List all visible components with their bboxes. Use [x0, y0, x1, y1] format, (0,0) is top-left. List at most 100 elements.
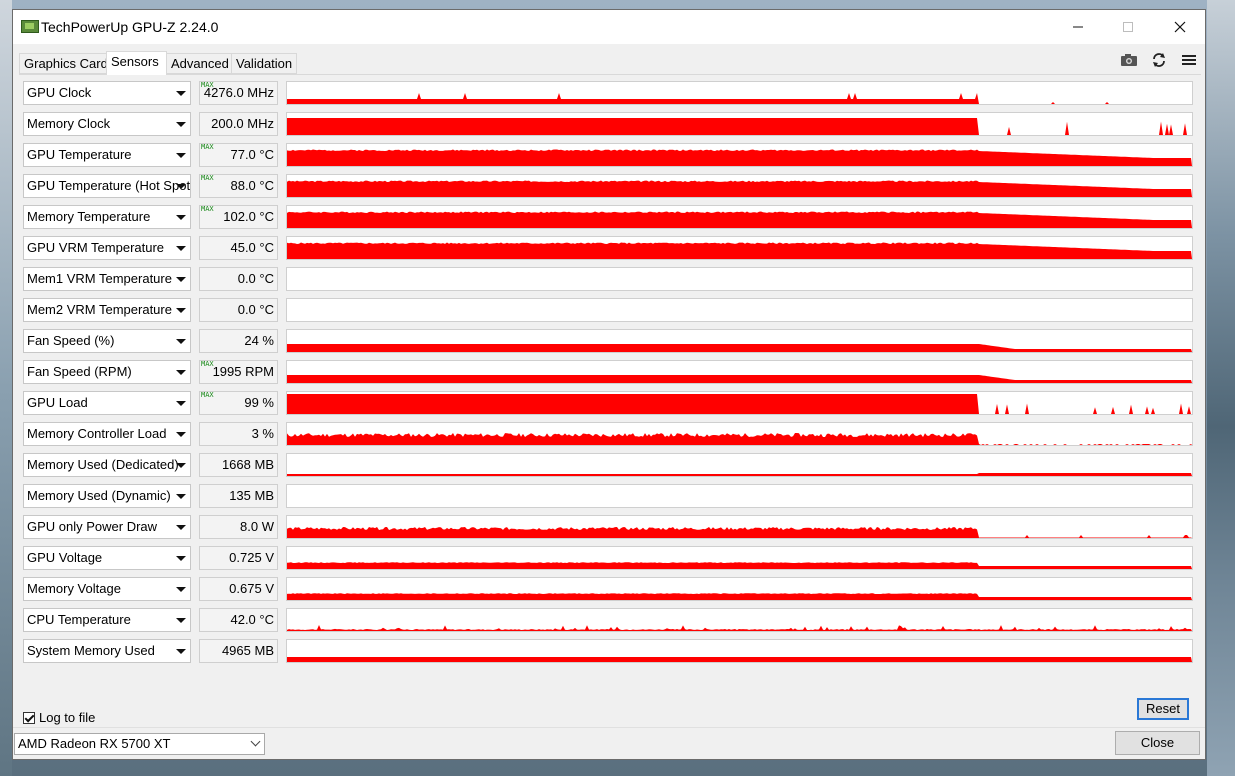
- dropdown-arrow-icon: [176, 308, 186, 313]
- tab-sensors[interactable]: Sensors: [106, 51, 167, 75]
- dropdown-arrow-icon: [176, 277, 186, 282]
- dropdown-arrow-icon: [176, 122, 186, 127]
- sensor-value: 200.0 MHz: [199, 112, 278, 136]
- minimize-button[interactable]: [1055, 10, 1101, 44]
- sensor-value-text: 4276.0 MHz: [203, 85, 274, 100]
- sensor-select[interactable]: CPU Temperature: [23, 608, 191, 632]
- sensor-graph: [286, 608, 1193, 632]
- sensor-value: 42.0 °C: [199, 608, 278, 632]
- sensor-name: GPU Load: [27, 395, 88, 410]
- graph-plot: [287, 433, 1192, 445]
- desktop-background-left: [0, 0, 12, 776]
- sensor-select[interactable]: Memory Used (Dedicated): [23, 453, 191, 477]
- graph-plot: [287, 268, 1192, 290]
- sensor-row: Memory Voltage 0.675 V: [21, 577, 1197, 601]
- sensor-select[interactable]: Fan Speed (%): [23, 329, 191, 353]
- sensor-select[interactable]: GPU Temperature: [23, 143, 191, 167]
- sensor-select[interactable]: GPU Clock: [23, 81, 191, 105]
- sensor-name: Memory Controller Load: [27, 426, 167, 441]
- sensor-select[interactable]: Memory Used (Dynamic): [23, 484, 191, 508]
- sensor-select[interactable]: GPU Voltage: [23, 546, 191, 570]
- sensor-graph: [286, 205, 1193, 229]
- graph-plot: [287, 242, 1192, 259]
- graph-area: [287, 473, 1192, 476]
- sensor-value: 0.675 V: [199, 577, 278, 601]
- dropdown-arrow-icon: [176, 618, 186, 623]
- graph-area: [287, 180, 1192, 197]
- sensor-select[interactable]: Mem1 VRM Temperature: [23, 267, 191, 291]
- sensor-value-text: 0.675 V: [229, 581, 274, 596]
- sensor-graph: [286, 329, 1193, 353]
- sensor-value-text: 42.0 °C: [230, 612, 274, 627]
- close-window-button[interactable]: [1157, 10, 1203, 44]
- close-button[interactable]: Close: [1115, 731, 1200, 755]
- sensor-name: Memory Voltage: [27, 581, 121, 596]
- sensor-row: GPU Temperature (Hot Spot) MAX 88.0 °C: [21, 174, 1197, 198]
- sensor-graph: [286, 639, 1193, 663]
- log-to-file-checkbox[interactable]: [23, 711, 35, 724]
- sensor-name: Fan Speed (%): [27, 333, 115, 348]
- sensor-select[interactable]: Fan Speed (RPM): [23, 360, 191, 384]
- sensor-graph: [286, 143, 1193, 167]
- log-to-file-option[interactable]: Log to file: [23, 710, 95, 725]
- tab-advanced[interactable]: Advanced: [166, 53, 232, 74]
- dropdown-arrow-icon: [176, 525, 186, 530]
- gpu-select-dropdown[interactable]: AMD Radeon RX 5700 XT: [14, 733, 265, 755]
- maximize-button[interactable]: [1105, 10, 1151, 44]
- sensor-select[interactable]: Memory Clock: [23, 112, 191, 136]
- tab-validation[interactable]: Validation: [231, 53, 297, 74]
- refresh-icon[interactable]: [1148, 50, 1170, 70]
- sensor-panel: GPU Clock MAX 4276.0 MHz Memory Clock 200.0 …: [21, 81, 1197, 709]
- sensor-select[interactable]: Memory Controller Load: [23, 422, 191, 446]
- gpuz-app-icon: [21, 20, 39, 33]
- camera-icon[interactable]: [1118, 50, 1140, 70]
- bottom-separator: [13, 727, 1205, 728]
- sensor-graph: [286, 546, 1193, 570]
- graph-plot: [287, 485, 1192, 507]
- gpuz-window: TechPowerUp GPU-Z 2.24.0 Graphics Card S…: [12, 9, 1206, 760]
- graph-area: [287, 657, 1192, 662]
- sensor-select[interactable]: Memory Voltage: [23, 577, 191, 601]
- dropdown-arrow-icon: [176, 91, 186, 96]
- sensor-select[interactable]: GPU VRM Temperature: [23, 236, 191, 260]
- sensor-graph: [286, 174, 1193, 198]
- sensor-select[interactable]: GPU only Power Draw: [23, 515, 191, 539]
- sensor-value: 0.0 °C: [199, 298, 278, 322]
- tab-graphics-card[interactable]: Graphics Card: [19, 53, 108, 74]
- max-indicator: MAX: [201, 391, 214, 399]
- graph-area: [287, 118, 1192, 135]
- sensor-graph: [286, 360, 1193, 384]
- menu-icon[interactable]: [1178, 50, 1200, 70]
- sensor-row: Memory Used (Dynamic) 135 MB: [21, 484, 1197, 508]
- sensor-name: GPU only Power Draw: [27, 519, 158, 534]
- dropdown-arrow-icon: [176, 153, 186, 158]
- dropdown-arrow-icon: [176, 339, 186, 344]
- title-bar[interactable]: TechPowerUp GPU-Z 2.24.0: [13, 10, 1205, 44]
- graph-area: [287, 593, 1192, 600]
- graph-area: [287, 562, 1192, 569]
- sensor-row: Fan Speed (%) 24 %: [21, 329, 1197, 353]
- reset-button[interactable]: Reset: [1137, 698, 1189, 720]
- sensor-select[interactable]: GPU Temperature (Hot Spot): [23, 174, 191, 198]
- maximize-icon: [1123, 22, 1133, 32]
- dropdown-arrow-icon: [176, 556, 186, 561]
- sensor-name: Memory Clock: [27, 116, 111, 131]
- sensor-select[interactable]: Mem2 VRM Temperature: [23, 298, 191, 322]
- dropdown-arrow-icon: [176, 649, 186, 654]
- sensor-select[interactable]: System Memory Used: [23, 639, 191, 663]
- sensor-select[interactable]: Memory Temperature: [23, 205, 191, 229]
- graph-plot: [287, 473, 1192, 476]
- sensor-select[interactable]: GPU Load: [23, 391, 191, 415]
- sensor-row: GPU Load MAX 99 %: [21, 391, 1197, 415]
- sensor-name: Mem1 VRM Temperature: [27, 271, 172, 286]
- sensor-row: Fan Speed (RPM) MAX 1995 RPM: [21, 360, 1197, 384]
- sensor-row: System Memory Used 4965 MB: [21, 639, 1197, 663]
- window-title: TechPowerUp GPU-Z 2.24.0: [41, 19, 219, 35]
- sensor-name: CPU Temperature: [27, 612, 131, 627]
- sensor-value-text: 1995 RPM: [212, 364, 274, 379]
- sensor-value: 8.0 W: [199, 515, 278, 539]
- graph-plot: [287, 625, 1192, 631]
- graph-plot: [287, 657, 1192, 662]
- max-indicator: MAX: [201, 174, 214, 182]
- max-indicator: MAX: [201, 81, 214, 89]
